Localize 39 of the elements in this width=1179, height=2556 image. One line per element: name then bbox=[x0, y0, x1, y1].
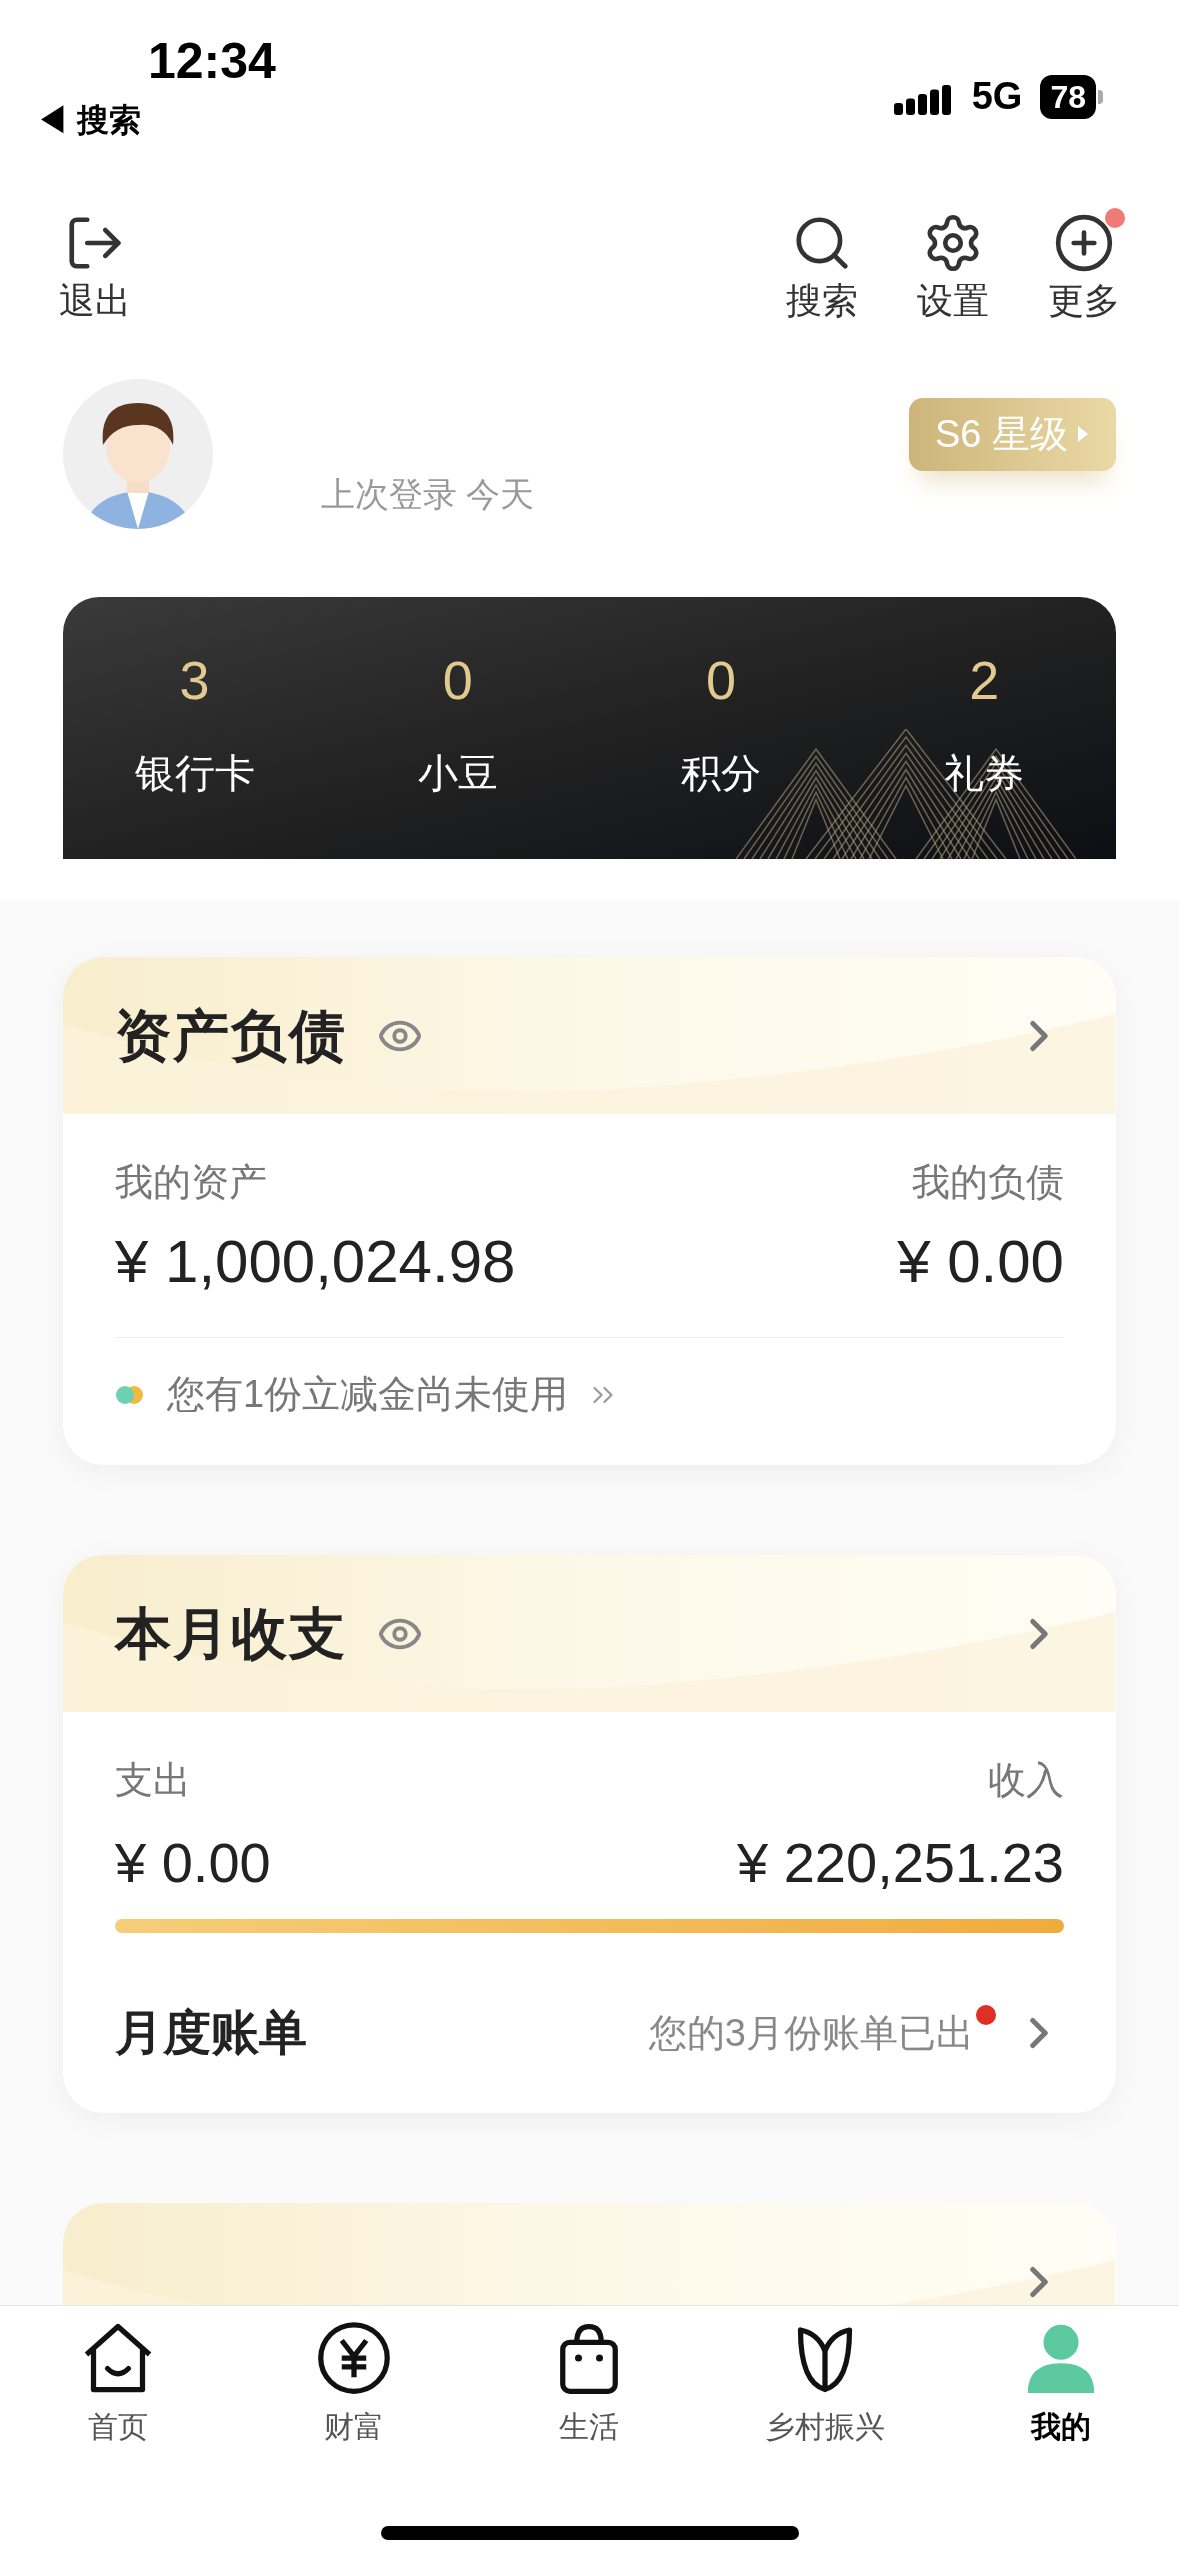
tab-bar-item[interactable]: 乡村振兴 bbox=[707, 2316, 944, 2449]
toolbar-button[interactable]: 搜索 bbox=[767, 212, 877, 323]
income-amount: ¥ 220,251.23 bbox=[737, 1830, 1064, 1896]
tab-bar-item[interactable]: 首页 bbox=[0, 2316, 236, 2449]
stat-value: 0 bbox=[442, 649, 473, 712]
toolbar-button[interactable]: 退出 bbox=[40, 212, 150, 323]
plus-icon bbox=[1053, 212, 1115, 274]
stat-label[interactable]: 积分 bbox=[681, 742, 762, 803]
card-title: 本月收支 bbox=[115, 1600, 347, 1667]
card-title: 资产负债 bbox=[115, 1002, 347, 1069]
stat-label[interactable]: 礼券 bbox=[944, 742, 1025, 803]
toolbar-button[interactable]: 设置 bbox=[898, 212, 1008, 323]
coupon-dots-icon bbox=[115, 1384, 145, 1405]
card-header[interactable]: 资产负债 bbox=[63, 957, 1116, 1114]
status-time: 12:34 bbox=[148, 36, 276, 86]
stat-label[interactable]: 小豆 bbox=[417, 742, 498, 803]
amount-label: 支出 bbox=[115, 1758, 191, 1803]
card-header[interactable]: 本月收支 bbox=[63, 1555, 1116, 1712]
stat-value: 2 bbox=[969, 649, 1000, 712]
stat-label[interactable]: 银行卡 bbox=[134, 742, 255, 803]
tab-bar-item[interactable]: 我的 bbox=[943, 2316, 1179, 2449]
toolbar-button[interactable]: 更多 bbox=[1029, 212, 1139, 323]
coupon-hint-link[interactable]: 您有1份立减金尚未使用 bbox=[167, 1366, 569, 1423]
tab-bar-item[interactable]: 财富 bbox=[235, 2316, 472, 2449]
network-type: 5G bbox=[971, 74, 1023, 119]
amount-label: 收入 bbox=[988, 1758, 1064, 1803]
caret-icon bbox=[1076, 424, 1090, 444]
bill-notice-link[interactable]: 您的3月份账单已出 bbox=[648, 2004, 974, 2062]
stat-value: 0 bbox=[706, 649, 737, 712]
amount-label: 我的负债 bbox=[912, 1160, 1064, 1205]
expense-amount: ¥ 0.00 bbox=[115, 1830, 271, 1896]
back-link[interactable]: ◀ 搜索 bbox=[36, 96, 141, 144]
asset-amount: ¥ 1,000,024.98 bbox=[115, 1227, 516, 1297]
amount-label: 我的资产 bbox=[115, 1160, 267, 1205]
tab-bar-item[interactable]: 生活 bbox=[471, 2316, 708, 2449]
liability-amount: ¥ 0.00 bbox=[897, 1227, 1064, 1297]
monthly-bill-title: 月度账单 bbox=[115, 2005, 307, 2061]
stat-value: 3 bbox=[179, 649, 210, 712]
last-login-text: 上次登录 今天 bbox=[321, 473, 535, 515]
